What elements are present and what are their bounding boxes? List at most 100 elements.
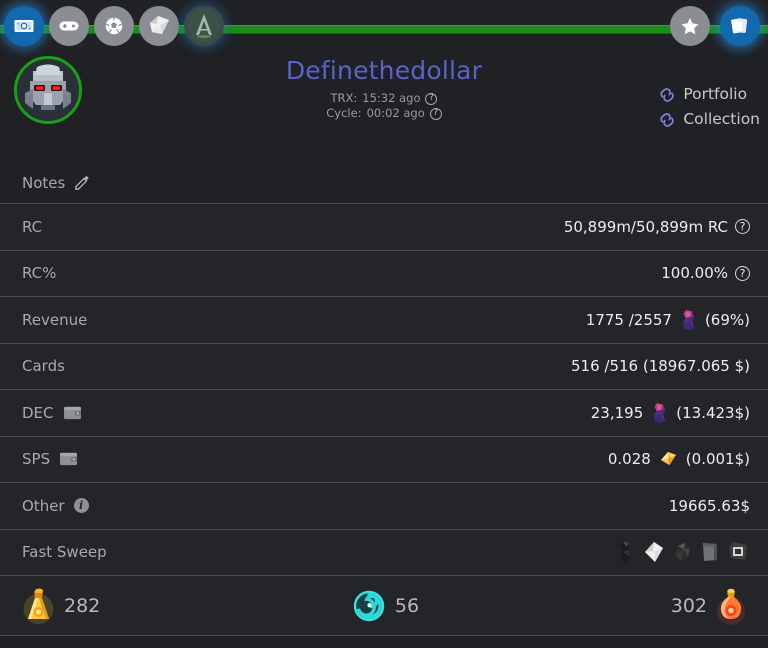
potion-summary-bar: 282 56 302 [0,576,768,636]
rc-label-group: RC [22,218,42,236]
dec-label-group: DEC [22,404,82,422]
table-row-rc-percent[interactable]: RC% 100.00% ? [0,250,768,297]
table-row-fast-sweep[interactable]: Fast Sweep [0,529,768,576]
sps-value: 0.028 [607,450,651,469]
soccer-ball-icon [105,17,123,35]
nav-right-group [670,6,760,46]
glint-icon[interactable] [614,539,638,565]
avatar[interactable] [14,56,82,124]
rc-percent-value-group: 100.00% ? [661,264,750,282]
revenue-value-suffix: (69%) [704,310,750,329]
rc-value: 50,899m/50,899m RC [563,217,728,236]
other-label: Other [22,496,65,515]
table-row-notes[interactable]: Notes [0,162,768,204]
nav-left-group [4,6,224,46]
nav-alpha-button[interactable] [184,6,224,46]
dec-value: 23,195 [590,403,644,422]
fast-sweep-items [614,539,750,565]
header-links: Portfolio Collection [659,82,760,132]
portfolio-link-label: Portfolio [683,85,748,103]
legendary-potion-count: 282 [64,594,101,617]
rare-potion-cell[interactable]: 302 [671,587,746,625]
rc-help-icon[interactable]: ? [735,219,750,235]
collection-link-label: Collection [683,110,760,128]
collection-link[interactable]: Collection [659,107,760,132]
cycle-help-icon[interactable]: ? [429,107,442,120]
sps-gem-icon [660,452,676,466]
table-row-other[interactable]: Other i 19665.63$ [0,483,768,530]
frame-icon[interactable] [726,539,750,565]
edit-pencil-icon[interactable] [74,175,90,191]
alchemy-potion-cell[interactable]: 56 [352,589,419,623]
cycle-label: Cycle: [326,106,362,120]
sps-value-suffix: (0.001$) [685,450,750,469]
scroll-icon [150,16,169,34]
nav-ball-button[interactable] [94,6,134,46]
table-row-sps[interactable]: SPS 0.028 (0.001$) [0,436,768,483]
other-label-group: Other i [22,497,89,515]
cards-label: Cards [22,357,65,376]
cycle-value: 00:02 ago [366,106,425,120]
gold-potion-icon [23,588,54,624]
red-potion-icon [717,588,745,625]
dec-value-suffix: (13.423$) [676,403,750,422]
slab-icon[interactable] [698,539,722,565]
table-row-cards[interactable]: Cards 516 /516 (18967.065 $) [0,343,768,390]
wallet-icon[interactable] [63,405,82,421]
rc-percent-help-icon[interactable]: ? [735,265,750,281]
notes-label-group: Notes [22,174,90,192]
dec-label: DEC [22,403,54,422]
nav-money-button[interactable] [4,6,44,46]
alpha-logo-icon [188,10,220,42]
page-title: Definethedollar [285,56,483,85]
nav-cards-button[interactable] [720,6,760,46]
sps-label: SPS [22,450,51,469]
other-value-group: 19665.63$ [669,497,750,515]
legendary-potion-cell[interactable]: 282 [22,587,100,625]
star-icon [681,18,699,35]
robot-avatar-icon [17,59,79,121]
profile-title-block: Definethedollar TRX: 15:32 ago ? Cycle: … [0,56,768,121]
rc-percent-label-group: RC% [22,264,56,282]
info-icon[interactable]: i [73,498,89,514]
nav-battles-button[interactable] [49,6,89,46]
trx-value: 15:32 ago [362,91,421,105]
table-row-dec[interactable]: DEC 23,195 (13.423$) [0,390,768,437]
table-row-revenue[interactable]: Revenue 1775 /2557 (69%) [0,297,768,344]
teal-spiral-icon [353,590,385,621]
nav-quests-button[interactable] [139,6,179,46]
top-navigation-bar [0,0,768,52]
wallet-icon[interactable] [59,451,78,467]
paper-icon[interactable] [642,539,666,565]
nav-favorites-button[interactable] [670,6,710,46]
rare-potion-count: 302 [670,594,707,617]
link-icon [660,87,675,102]
cards-value-group: 516 /516 (18967.065 $) [571,357,750,375]
money-icon [14,20,34,32]
trx-row: TRX: 15:32 ago ? [0,91,768,106]
rc-percent-value: 100.00% [661,264,728,283]
sps-label-group: SPS [22,450,78,468]
portfolio-link[interactable]: Portfolio [659,82,760,107]
dec-gem-icon [654,402,666,423]
rc-value-group: 50,899m/50,899m RC ? [564,218,750,236]
stats-table: Notes RC 50,899m/50,899m RC ? RC% 100.00… [0,162,768,576]
other-value: 19665.63$ [668,496,750,515]
cards-value: 516 /516 (18967.065 $) [571,357,750,376]
ore-icon[interactable] [670,539,694,565]
sps-value-group: 0.028 (0.001$) [608,449,750,469]
profile-meta: TRX: 15:32 ago ? Cycle: 00:02 ago ? [0,91,768,121]
revenue-value-group: 1775 /2557 (69%) [586,309,750,331]
table-row-rc[interactable]: RC 50,899m/50,899m RC ? [0,204,768,251]
link-icon [660,112,675,127]
profile-header: Definethedollar TRX: 15:32 ago ? Cycle: … [0,52,768,162]
gamepad-icon [59,21,79,31]
fast-sweep-label: Fast Sweep [22,543,107,562]
trx-label: TRX: [330,91,358,105]
dec-value-group: 23,195 (13.423$) [591,402,750,424]
revenue-label-group: Revenue [22,311,87,329]
trx-help-icon[interactable]: ? [425,92,438,105]
revenue-value: 1775 /2557 [585,310,672,329]
cards-icon [731,18,748,34]
alchemy-potion-count: 56 [394,594,420,617]
